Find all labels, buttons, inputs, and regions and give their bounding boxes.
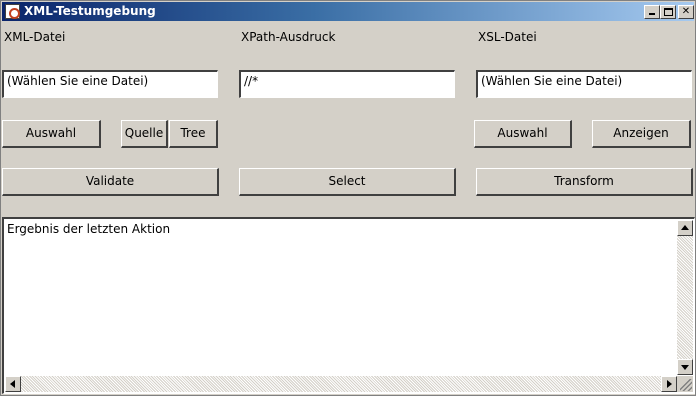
transform-button[interactable]: Transform	[476, 168, 693, 196]
validate-button[interactable]: Validate	[2, 168, 219, 196]
xpath-expression-field[interactable]: //*	[239, 70, 455, 98]
vertical-scrollbar[interactable]	[677, 220, 693, 375]
scroll-left-button[interactable]	[5, 376, 21, 392]
xml-tree-button[interactable]: Tree	[169, 120, 218, 148]
scroll-right-button[interactable]	[661, 376, 677, 392]
window-title: XML-Testumgebung	[24, 4, 156, 18]
select-button[interactable]: Select	[239, 168, 456, 196]
horizontal-scrollbar[interactable]	[5, 376, 677, 392]
java-cup-icon[interactable]	[5, 4, 20, 19]
close-icon: ✕	[681, 6, 691, 17]
title-bar[interactable]: XML-Testumgebung ✕	[2, 2, 694, 21]
result-textarea[interactable]: Ergebnis der letzten Aktion	[2, 217, 695, 394]
xml-file-field[interactable]: (Wählen Sie eine Datei)	[2, 70, 218, 98]
scroll-down-button[interactable]	[677, 359, 693, 375]
xml-file-label: XML-Datei	[4, 30, 66, 44]
maximize-icon	[663, 8, 673, 16]
xsl-file-field[interactable]: (Wählen Sie eine Datei)	[476, 70, 692, 98]
xpath-label: XPath-Ausdruck	[241, 30, 336, 44]
xsl-file-label: XSL-Datei	[478, 30, 537, 44]
xml-source-button[interactable]: Quelle	[121, 120, 168, 148]
minimize-icon	[649, 13, 655, 15]
resize-grip-icon[interactable]	[677, 376, 693, 392]
xsl-show-button[interactable]: Anzeigen	[592, 120, 691, 148]
minimize-button[interactable]	[644, 5, 660, 19]
xml-choose-button[interactable]: Auswahl	[2, 120, 101, 148]
xsl-choose-button[interactable]: Auswahl	[474, 120, 572, 148]
scroll-up-button[interactable]	[677, 220, 693, 236]
maximize-button[interactable]	[660, 5, 676, 19]
result-text: Ergebnis der letzten Aktion	[7, 222, 171, 236]
app-window: XML-Testumgebung ✕ XML-Datei XPath-Ausdr…	[0, 0, 696, 396]
close-button[interactable]: ✕	[678, 5, 694, 19]
